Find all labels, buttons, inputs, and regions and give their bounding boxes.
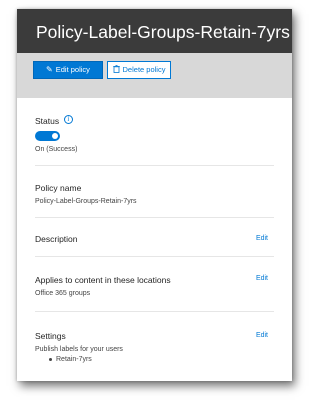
toolbar: ✎ Edit policy Delete policy — [17, 53, 292, 98]
settings-item-label: Retain-7yrs — [56, 356, 92, 363]
divider — [35, 165, 274, 166]
settings-heading: Settings — [35, 331, 66, 341]
locations-heading: Applies to content in these locations — [35, 275, 171, 285]
description-heading: Description — [35, 234, 78, 244]
pencil-icon: ✎ — [46, 65, 53, 74]
details-content: Status i On (Success) Policy name Policy… — [17, 98, 292, 381]
page-title: Policy-Label-Groups-Retain-7yrs — [36, 22, 290, 42]
trash-icon — [112, 65, 120, 75]
settings-list-item: Retain-7yrs — [49, 356, 92, 363]
settings-edit-link[interactable]: Edit — [256, 332, 268, 339]
status-toggle[interactable] — [35, 131, 60, 141]
edit-policy-label: Edit policy — [55, 65, 90, 74]
status-value: On (Success) — [35, 146, 78, 153]
policy-name-heading: Policy name — [35, 183, 82, 193]
delete-policy-label: Delete policy — [122, 65, 166, 74]
policy-details-panel: Policy-Label-Groups-Retain-7yrs ✎ Edit p… — [17, 9, 292, 381]
bullet-dot — [49, 357, 52, 361]
toggle-knob — [52, 133, 58, 139]
locations-value: Office 365 groups — [35, 290, 91, 297]
delete-policy-button[interactable]: Delete policy — [107, 61, 171, 79]
panel-header: Policy-Label-Groups-Retain-7yrs — [17, 9, 292, 53]
edit-policy-button[interactable]: ✎ Edit policy — [33, 61, 103, 79]
info-icon[interactable]: i — [64, 115, 73, 124]
policy-name-value: Policy-Label-Groups-Retain-7yrs — [35, 198, 137, 205]
status-heading: Status — [35, 116, 60, 126]
settings-value: Publish labels for your users — [35, 346, 123, 353]
locations-edit-link[interactable]: Edit — [256, 275, 268, 282]
trash-icon-glyph — [112, 65, 120, 73]
divider — [35, 217, 274, 218]
divider — [35, 311, 274, 312]
divider — [35, 256, 274, 257]
description-edit-link[interactable]: Edit — [256, 235, 268, 242]
